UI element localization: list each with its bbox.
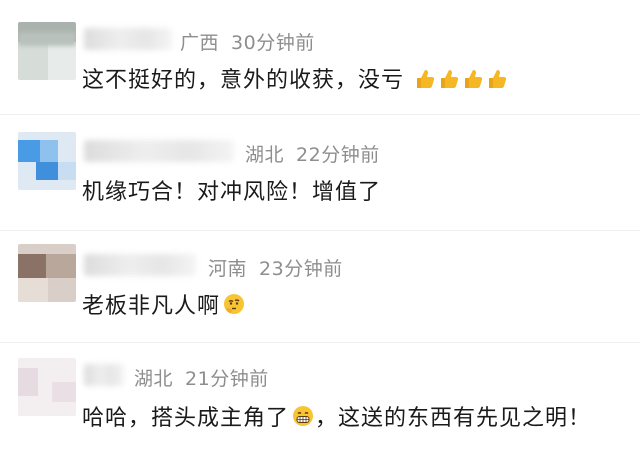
location-label: 广西 xyxy=(180,32,220,54)
username-blurred[interactable] xyxy=(84,28,172,50)
thumbs-up-icon xyxy=(438,68,460,96)
thumbs-up-icon xyxy=(486,68,508,96)
comment-meta: 湖北 21分钟前 xyxy=(134,364,269,391)
divider xyxy=(0,342,640,343)
avatar[interactable] xyxy=(18,358,76,416)
comment-meta: 广西 30分钟前 xyxy=(180,28,315,55)
comment-body: 这不挺好的，意外的收获，没亏 xyxy=(82,68,405,93)
location-label: 湖北 xyxy=(245,144,285,166)
comment-text: 老板非凡人啊 xyxy=(82,288,246,322)
location-label: 湖北 xyxy=(134,368,174,390)
divider xyxy=(0,114,640,115)
avatar[interactable] xyxy=(18,244,76,302)
comment-text: 哈哈，搭头成主角了 ，这送的东西有先见之明！ xyxy=(82,400,591,434)
comment-item: 湖北 21分钟前 哈哈，搭头成主角了 ，这送的东西有先见之明！ xyxy=(0,344,640,458)
comment-body: 哈哈，搭头成主角了 xyxy=(82,406,290,431)
avatar[interactable] xyxy=(18,132,76,190)
thinking-face-icon xyxy=(222,292,246,322)
comment-item: 湖北 22分钟前 机缘巧合！对冲风险！增值了 xyxy=(0,118,640,230)
comment-meta: 湖北 22分钟前 xyxy=(245,140,380,167)
comment-text: 这不挺好的，意外的收获，没亏 xyxy=(82,62,508,96)
timestamp: 30分钟前 xyxy=(231,32,315,54)
timestamp: 21分钟前 xyxy=(185,368,269,390)
comment-item: 河南 23分钟前 老板非凡人啊 xyxy=(0,232,640,342)
comment-item: 广西 30分钟前 这不挺好的，意外的收获，没亏 xyxy=(0,0,640,112)
username-blurred[interactable] xyxy=(84,364,124,386)
grinning-face-icon xyxy=(291,404,315,434)
divider xyxy=(0,230,640,231)
timestamp: 23分钟前 xyxy=(259,258,343,280)
location-label: 河南 xyxy=(208,258,248,280)
avatar[interactable] xyxy=(18,22,76,80)
thumbs-up-icon xyxy=(462,68,484,96)
comment-body: 老板非凡人啊 xyxy=(82,294,221,319)
comment-meta: 河南 23分钟前 xyxy=(208,254,343,281)
comment-body: 机缘巧合！对冲风险！增值了 xyxy=(82,180,382,205)
comment-text: 机缘巧合！对冲风险！增值了 xyxy=(82,174,381,206)
username-blurred[interactable] xyxy=(84,254,196,276)
comment-body-continued: ，这送的东西有先见之明！ xyxy=(315,406,592,431)
timestamp: 22分钟前 xyxy=(296,144,380,166)
thumbs-up-icon xyxy=(414,68,436,96)
username-blurred[interactable] xyxy=(84,140,234,162)
